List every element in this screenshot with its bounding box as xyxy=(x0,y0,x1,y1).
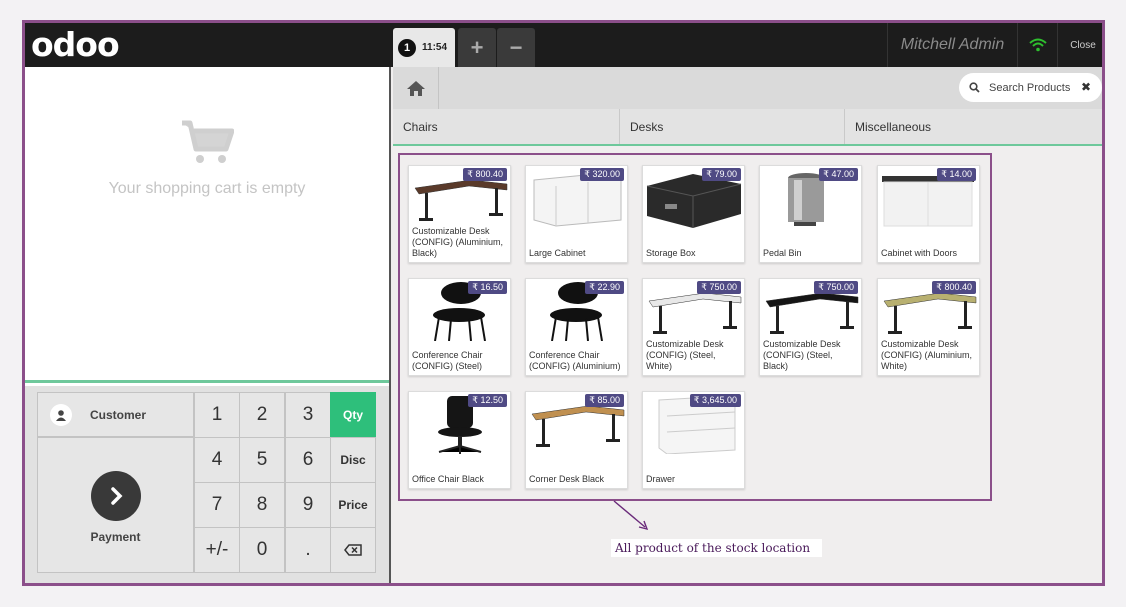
numpad-key[interactable]: 2 xyxy=(239,392,285,438)
numpad-key[interactable]: 5 xyxy=(239,437,285,483)
numpad-key[interactable]: 0 xyxy=(239,527,285,573)
add-order-button[interactable]: + xyxy=(458,28,496,67)
product-card[interactable]: ₹ 3,645.00 Drawer xyxy=(642,391,745,489)
customer-button[interactable]: Customer xyxy=(37,392,194,437)
price-tag: ₹ 320.00 xyxy=(580,168,624,181)
product-name: Customizable Desk (CONFIG) (Steel, White… xyxy=(646,339,724,371)
payment-label: Payment xyxy=(90,530,141,544)
product-name: Storage Box xyxy=(646,248,696,258)
product-card[interactable]: ₹ 750.00 Customizable Desk (CONFIG) (Ste… xyxy=(759,278,862,376)
wifi-icon xyxy=(1017,23,1057,67)
top-bar: odoo 1 11:54 + − Mitchell Admin Close xyxy=(25,23,1102,67)
clear-search-icon[interactable]: ✖ xyxy=(1081,80,1091,94)
product-header: Search Products ✖ xyxy=(393,67,1102,109)
product-name: Pedal Bin xyxy=(763,248,802,258)
order-tab[interactable]: 1 11:54 xyxy=(393,28,455,67)
product-list: ₹ 800.40 Customizable Desk (CONFIG) (Alu… xyxy=(398,153,992,501)
annotation-label: All product of the stock location xyxy=(611,539,822,557)
mode-disc-button[interactable]: Disc xyxy=(330,437,376,483)
numpad-key[interactable]: . xyxy=(285,527,331,573)
product-name: Conference Chair (CONFIG) (Steel) xyxy=(412,350,483,371)
price-tag: ₹ 800.40 xyxy=(932,281,976,294)
shopping-cart: Your shopping cart is empty xyxy=(25,67,389,383)
product-card[interactable]: ₹ 85.00 Corner Desk Black xyxy=(525,391,628,489)
user-icon xyxy=(50,403,72,426)
product-name: Office Chair Black xyxy=(412,474,484,484)
search-icon xyxy=(969,82,980,93)
customer-label: Customer xyxy=(90,407,147,422)
numpad-key[interactable]: 4 xyxy=(194,437,240,483)
numpad-key[interactable]: 8 xyxy=(239,482,285,528)
order-number-badge: 1 xyxy=(398,38,416,57)
product-card[interactable]: ₹ 320.00 Large Cabinet xyxy=(525,165,628,263)
product-name: Customizable Desk (CONFIG) (Steel, Black… xyxy=(763,339,841,371)
price-tag: ₹ 47.00 xyxy=(819,168,858,181)
order-time: 11:54 xyxy=(422,42,448,53)
product-name: Conference Chair (CONFIG) (Aluminium) xyxy=(529,350,621,371)
category-chairs[interactable]: Chairs xyxy=(393,109,620,144)
price-tag: ₹ 750.00 xyxy=(814,281,858,294)
chevron-right-icon xyxy=(91,471,141,521)
category-miscellaneous[interactable]: Miscellaneous xyxy=(845,109,1102,144)
price-tag: ₹ 750.00 xyxy=(697,281,741,294)
numpad-key[interactable]: 3 xyxy=(285,392,331,438)
backspace-icon xyxy=(344,544,362,556)
numpad-key[interactable]: +/- xyxy=(194,527,240,573)
category-desks[interactable]: Desks xyxy=(620,109,845,144)
backspace-button[interactable] xyxy=(330,527,376,573)
price-tag: ₹ 16.50 xyxy=(468,281,507,294)
product-name: Customizable Desk (CONFIG) (Aluminium, W… xyxy=(881,339,973,371)
product-card[interactable]: ₹ 800.40 Customizable Desk (CONFIG) (Alu… xyxy=(408,165,511,263)
price-tag: ₹ 12.50 xyxy=(468,394,507,407)
product-card[interactable]: ₹ 14.00 Cabinet with Doors xyxy=(877,165,980,263)
product-card[interactable]: ₹ 16.50 Conference Chair (CONFIG) (Steel… xyxy=(408,278,511,376)
payment-button[interactable]: Payment xyxy=(37,437,194,573)
product-card[interactable]: ₹ 47.00 Pedal Bin xyxy=(759,165,862,263)
product-card[interactable]: ₹ 12.50 Office Chair Black xyxy=(408,391,511,489)
home-icon xyxy=(406,80,425,96)
price-tag: ₹ 85.00 xyxy=(585,394,624,407)
price-tag: ₹ 800.40 xyxy=(463,168,507,181)
pos-window: odoo 1 11:54 + − Mitchell Admin Close Yo… xyxy=(22,20,1105,586)
arrow-icon xyxy=(613,500,649,531)
product-card[interactable]: ₹ 79.00 Storage Box xyxy=(642,165,745,263)
product-card[interactable]: ₹ 750.00 Customizable Desk (CONFIG) (Ste… xyxy=(642,278,745,376)
price-tag: ₹ 79.00 xyxy=(702,168,741,181)
product-name: Corner Desk Black xyxy=(529,474,605,484)
odoo-logo: odoo xyxy=(31,25,120,64)
product-name: Large Cabinet xyxy=(529,248,586,258)
product-name: Drawer xyxy=(646,474,676,484)
product-name: Cabinet with Doors xyxy=(881,248,958,258)
numpad-key[interactable]: 6 xyxy=(285,437,331,483)
search-placeholder: Search Products xyxy=(989,81,1071,94)
mode-price-button[interactable]: Price xyxy=(330,482,376,528)
product-screen: Search Products ✖ Chairs Desks Miscellan… xyxy=(393,67,1102,583)
close-button[interactable]: Close xyxy=(1057,23,1102,67)
order-pane: Your shopping cart is empty Customer Pay… xyxy=(25,67,391,583)
control-pad: Customer Payment 1 2 3 4 5 6 7 8 9 +/- 0. Qty Disc Pr… xyxy=(25,386,389,583)
remove-order-button[interactable]: − xyxy=(497,28,535,67)
product-card[interactable]: ₹ 800.40 Customizable Desk (CONFIG) (Alu… xyxy=(877,278,980,376)
category-bar: Chairs Desks Miscellaneous xyxy=(393,109,1102,146)
cart-empty-message: Your shopping cart is empty xyxy=(108,180,306,197)
home-category-button[interactable] xyxy=(393,67,439,109)
numpad-key[interactable]: 7 xyxy=(194,482,240,528)
price-tag: ₹ 14.00 xyxy=(937,168,976,181)
product-card[interactable]: ₹ 22.90 Conference Chair (CONFIG) (Alumi… xyxy=(525,278,628,376)
numpad-key[interactable]: 1 xyxy=(194,392,240,438)
search-input[interactable]: Search Products ✖ xyxy=(959,73,1102,102)
cart-icon xyxy=(182,120,234,163)
user-name[interactable]: Mitchell Admin xyxy=(887,23,1017,67)
price-tag: ₹ 3,645.00 xyxy=(689,394,741,407)
mode-qty-button[interactable]: Qty xyxy=(330,392,376,438)
price-tag: ₹ 22.90 xyxy=(585,281,624,294)
numpad-key[interactable]: 9 xyxy=(285,482,331,528)
product-name: Customizable Desk (CONFIG) (Aluminium, B… xyxy=(412,226,504,258)
